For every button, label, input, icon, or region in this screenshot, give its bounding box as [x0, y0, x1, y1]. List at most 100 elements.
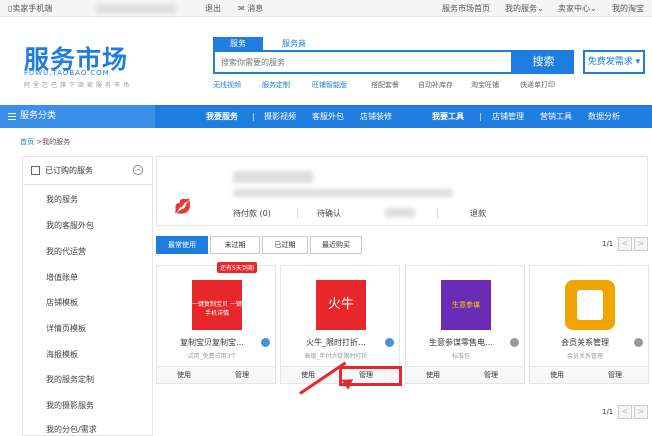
service-thumbnail[interactable]: 火牛	[316, 280, 366, 330]
sidebar-item-custom[interactable]: 我的服务定制	[46, 374, 94, 385]
prev-page-top[interactable]: <	[618, 237, 632, 251]
tab-service[interactable]: 服务	[213, 37, 263, 50]
nav-shop-decor[interactable]: 店铺装修	[360, 105, 392, 128]
page-indicator-top: 1/1	[602, 240, 614, 248]
shop-name-blurred	[233, 171, 313, 183]
service-plan: 高级_年付大促限时打折	[304, 353, 368, 360]
hotlink-smart-shop[interactable]: 旺铺智能版	[312, 80, 347, 90]
manage-button[interactable]: 管理	[235, 370, 249, 380]
manage-button[interactable]: 管理	[484, 370, 498, 380]
service-thumbnail[interactable]	[565, 280, 615, 330]
card-actions: 使用 管理	[530, 366, 648, 383]
next-page-top[interactable]: >	[634, 237, 648, 251]
sidebar-item-subcontract[interactable]: 我的分包/需求	[46, 424, 97, 435]
sidebar: 已订购的服务 ︿ 我的服务 我的客服外包 我的代运营 增值账单 店铺模板 详情页…	[22, 156, 153, 436]
my-service-menu[interactable]: 我的服务⌄	[505, 3, 544, 14]
use-button[interactable]: 使用	[550, 370, 564, 380]
breadcrumb: 首页 >我的服务	[20, 137, 70, 147]
use-button[interactable]: 使用	[301, 370, 315, 380]
hotlink-wireless-video[interactable]: 无线视频	[213, 80, 241, 90]
hotlink-restock[interactable]: 自动补库存	[418, 80, 453, 90]
service-plan: 会员关系管理	[566, 353, 603, 360]
tab-provider[interactable]: 服务商	[269, 37, 319, 50]
service-card: 一键复制宝贝 一键手机详情 还有5天到期 复制宝贝复制宝… 试用_免费试用3个 …	[156, 262, 276, 384]
sidebar-item-bills[interactable]: 增值账单	[46, 272, 78, 283]
pending-pay-link[interactable]: 待付款 (0)	[233, 208, 271, 219]
search-input[interactable]	[215, 52, 511, 72]
nav-my-tools[interactable]: 我要工具	[432, 105, 464, 128]
page-indicator-bottom: 1/1	[602, 408, 614, 416]
hotlink-taobao-shop[interactable]: 淘宝旺铺	[471, 80, 499, 90]
tab-expired[interactable]: 已过期	[262, 236, 308, 254]
free-request-button[interactable]: 免费发需求 ▾	[583, 50, 645, 74]
sidebar-header[interactable]: 已订购的服务 ︿	[23, 157, 152, 185]
market-home-link[interactable]: 服务市场首页	[442, 3, 490, 14]
logo-domain: FUWU.TAOBAO.COM	[24, 69, 110, 77]
avatar: 💋	[174, 199, 192, 215]
sidebar-item-agency[interactable]: 我的代运营	[46, 246, 86, 257]
manage-button[interactable]: 管理	[608, 370, 622, 380]
service-type-icon	[634, 338, 643, 347]
sidebar-item-cs-outsource[interactable]: 我的客服外包	[46, 220, 94, 231]
my-taobao-menu[interactable]: 我的淘宝	[612, 3, 644, 14]
service-name[interactable]: 会员关系管理	[536, 337, 634, 348]
hotlink-express-print[interactable]: 快递单打印	[520, 80, 555, 90]
logo-slogan: 阿里巴巴旗下商家服务市场	[24, 82, 133, 89]
service-name[interactable]: 复制宝贝复制宝…	[163, 337, 261, 348]
service-card: 生意参谋 生意参谋零售电… 标准包 使用 管理	[405, 265, 525, 384]
nav-my-service[interactable]: 我要服务	[206, 105, 238, 128]
message-link[interactable]: ✉ 消息	[238, 3, 263, 14]
next-page-bottom[interactable]: >	[634, 405, 648, 419]
main-nav: 服务分类 我要服务 摄影视频 客服外包 店铺装修 我要工具 店铺管理 营销工具 …	[0, 105, 652, 128]
menu-icon	[8, 113, 16, 120]
sidebar-item-photo[interactable]: 我的摄影服务	[46, 400, 94, 411]
nav-photo-video[interactable]: 摄影视频	[264, 105, 296, 128]
prev-page-bottom[interactable]: <	[618, 405, 632, 419]
hotlink-combo[interactable]: 搭配套餐	[371, 80, 399, 90]
card-actions: 使用 管理	[406, 366, 524, 383]
card-actions: 使用 管理	[157, 366, 275, 383]
sidebar-item-my-service[interactable]: 我的服务	[46, 194, 78, 205]
nav-marketing[interactable]: 营销工具	[540, 105, 572, 128]
sidebar-item-detail-template[interactable]: 详情页模板	[46, 323, 86, 334]
nav-shop-manage[interactable]: 店铺管理	[492, 105, 524, 128]
breadcrumb-home[interactable]: 首页	[20, 138, 34, 146]
tab-most-used[interactable]: 最常使用	[156, 236, 208, 254]
sidebar-item-poster-template[interactable]: 海报模板	[46, 349, 78, 360]
collapse-icon[interactable]: ︿	[133, 165, 143, 175]
order-summary: 💋 待付款 (0) 待确认 退款	[156, 156, 648, 226]
mobile-link[interactable]: ▯卖家手机端	[8, 3, 52, 14]
member-icon	[577, 290, 603, 320]
service-name[interactable]: 生意参谋零售电…	[412, 337, 510, 348]
service-thumbnail[interactable]: 一键复制宝贝 一键手机详情	[192, 280, 242, 330]
pending-confirm-link[interactable]: 待确认	[317, 208, 341, 219]
breadcrumb-current: >我的服务	[36, 138, 71, 146]
expiry-badge: 还有5天到期	[217, 262, 257, 273]
search-box	[213, 50, 513, 74]
logout-link[interactable]: 退出	[205, 3, 221, 14]
use-button[interactable]: 使用	[426, 370, 440, 380]
hotlink-custom-service[interactable]: 服务定制	[262, 80, 290, 90]
service-type-icon	[510, 338, 519, 347]
service-type-icon	[261, 338, 270, 347]
shop-info-blurred	[233, 189, 453, 197]
category-menu[interactable]: 服务分类	[0, 105, 155, 128]
search-button[interactable]: 搜索	[513, 50, 574, 74]
nav-analytics[interactable]: 数据分析	[588, 105, 620, 128]
username-blurred	[96, 4, 176, 13]
service-thumbnail[interactable]: 生意参谋	[441, 280, 491, 330]
subscribed-icon	[31, 166, 40, 175]
service-plan: 标准包	[451, 353, 470, 360]
nav-cs-outsource[interactable]: 客服外包	[312, 105, 344, 128]
service-plan: 试用_免费试用3个	[187, 353, 237, 360]
use-button[interactable]: 使用	[177, 370, 191, 380]
seller-center-menu[interactable]: 卖家中心⌄	[558, 3, 597, 14]
top-bar: ▯卖家手机端 退出 ✉ 消息 服务市场首页 我的服务⌄ 卖家中心⌄ 我的淘宝	[0, 0, 652, 17]
tab-not-expired[interactable]: 未过期	[210, 236, 260, 254]
service-name[interactable]: 火牛_限时打折…	[287, 337, 385, 348]
service-card: 会员关系管理 会员关系管理 使用 管理	[529, 265, 649, 384]
refund-link[interactable]: 退款	[470, 208, 486, 219]
sidebar-item-shop-template[interactable]: 店铺模板	[46, 297, 78, 308]
tab-recent[interactable]: 最近购买	[310, 236, 362, 254]
service-type-icon	[385, 338, 394, 347]
